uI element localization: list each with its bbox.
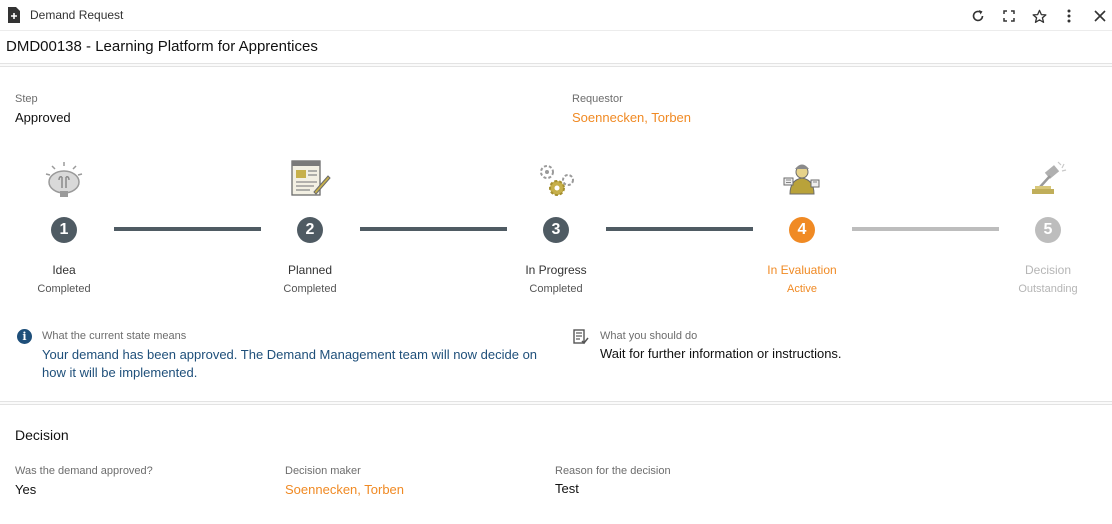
stage-4-name: In Evaluation	[767, 263, 837, 277]
record-title: DMD00138 - Learning Platform for Apprent…	[6, 38, 318, 55]
document-icon	[8, 7, 20, 23]
stage-1-status: Completed	[37, 283, 91, 295]
stage-5-status: Outstanding	[1018, 283, 1078, 295]
todo-text: Wait for further information or instruct…	[600, 346, 842, 361]
kebab-menu-icon	[1067, 9, 1071, 23]
stage-1-number: 1	[51, 217, 77, 243]
stage-5-name: Decision	[1024, 263, 1072, 277]
title-bar: Demand Request	[0, 0, 1112, 31]
state-meaning-label: What the current state means	[42, 330, 187, 342]
stage-2-status: Completed	[283, 283, 337, 295]
approved-label: Was the demand approved?	[15, 465, 153, 477]
stage-2-name: Planned	[287, 263, 333, 277]
close-icon	[1094, 10, 1106, 22]
gavel-icon	[1032, 161, 1067, 194]
section-divider	[0, 63, 1112, 67]
decision-maker-label: Decision maker	[285, 465, 361, 477]
evaluation-worker-icon	[783, 164, 820, 195]
state-meaning-text: Your demand has been approved. The Deman…	[42, 347, 538, 380]
stage-connector	[360, 227, 507, 231]
decision-section-title: Decision	[15, 427, 69, 443]
stage-3-number: 3	[543, 217, 569, 243]
checklist-icon	[573, 329, 589, 345]
approved-value: Yes	[15, 482, 37, 497]
section-divider	[0, 401, 1112, 405]
requestor-link[interactable]: Soennecken, Torben	[572, 110, 691, 125]
step-value: Approved	[15, 110, 71, 125]
more-options-button[interactable]	[1059, 6, 1079, 26]
stage-2-number: 2	[297, 217, 323, 243]
fullscreen-button[interactable]	[999, 6, 1019, 26]
window-title: Demand Request	[30, 8, 124, 22]
reason-value: Test	[555, 481, 579, 496]
step-label: Step	[15, 93, 38, 105]
stage-1-name: Idea	[52, 263, 76, 277]
close-button[interactable]	[1090, 6, 1110, 26]
planning-document-icon	[291, 160, 331, 196]
info-icon: i	[17, 329, 32, 344]
stage-connector	[114, 227, 261, 231]
refresh-button[interactable]	[968, 6, 988, 26]
fullscreen-icon	[1003, 10, 1015, 22]
stage-5-number: 5	[1035, 217, 1061, 243]
todo-label: What you should do	[600, 330, 698, 342]
gears-icon	[540, 165, 574, 196]
stage-3-name: In Progress	[525, 263, 587, 277]
star-icon	[1031, 9, 1047, 23]
decision-maker-link[interactable]: Soennecken, Torben	[285, 482, 404, 497]
stage-4-status: Active	[787, 283, 817, 295]
stage-4-number: 4	[789, 217, 815, 243]
favorite-button[interactable]	[1029, 6, 1049, 26]
requestor-label: Requestor	[572, 93, 623, 105]
stage-3-status: Completed	[529, 283, 583, 295]
stage-connector	[852, 227, 999, 231]
lightbulb-icon	[45, 162, 83, 197]
stage-connector	[606, 227, 753, 231]
reason-label: Reason for the decision	[555, 465, 671, 477]
refresh-icon	[972, 10, 984, 22]
